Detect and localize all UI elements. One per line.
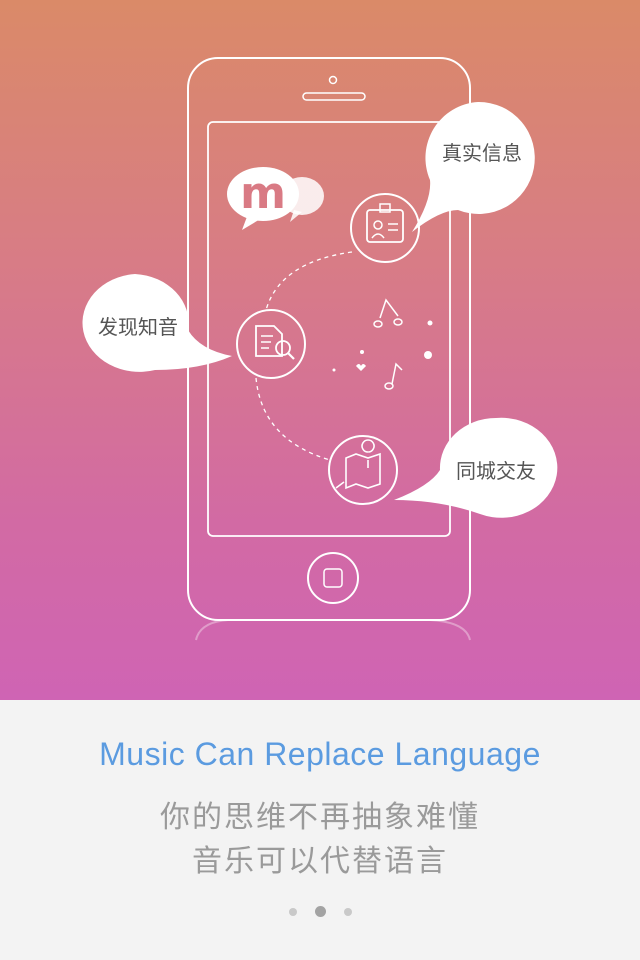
page-dot[interactable] <box>343 907 352 916</box>
bubble-local-friends: 同城交友 <box>394 417 558 518</box>
bubble-discover: 发现知音 <box>82 274 233 372</box>
music-notes-icon <box>373 298 403 390</box>
phone-speaker <box>302 92 366 101</box>
intro-illustration: m 真实信息 发现知音 同城交友 <box>0 0 640 700</box>
bubble-label: 同城交友 <box>456 459 536 483</box>
headline: Music Can Replace Language <box>99 736 541 772</box>
dashed-arc-bottom <box>255 377 331 461</box>
page-dot[interactable] <box>288 907 297 916</box>
id-card-icon <box>350 193 420 263</box>
map-pin-icon <box>328 435 398 505</box>
bubble-label: 发现知音 <box>98 315 178 339</box>
page-dot-active[interactable] <box>314 906 326 917</box>
page-indicator <box>0 906 640 917</box>
home-button <box>307 552 359 604</box>
dashed-arc-top <box>265 251 353 311</box>
phone-camera <box>328 75 338 85</box>
subline-1: 你的思维不再抽象难懂 <box>160 800 480 835</box>
intro-text-panel: Music Can Replace Language 你的思维不再抽象难懂 音乐… <box>0 700 640 960</box>
app-logo-icon: m <box>227 167 324 230</box>
app-logo-letter: m <box>240 168 286 219</box>
home-button-square <box>323 568 343 588</box>
heart-icon <box>356 364 366 371</box>
search-document-icon <box>236 309 306 379</box>
subline-2: 音乐可以代替语言 <box>192 844 448 879</box>
sparkle-dot <box>332 368 336 372</box>
phone-illustration: m 真实信息 发现知音 同城交友 <box>82 57 558 641</box>
sparkle-dot <box>427 320 433 326</box>
bubble-label: 真实信息 <box>442 141 522 165</box>
sparkle-dot <box>424 351 432 359</box>
sparkle-dot <box>360 350 364 354</box>
phone-reflection <box>195 619 471 641</box>
